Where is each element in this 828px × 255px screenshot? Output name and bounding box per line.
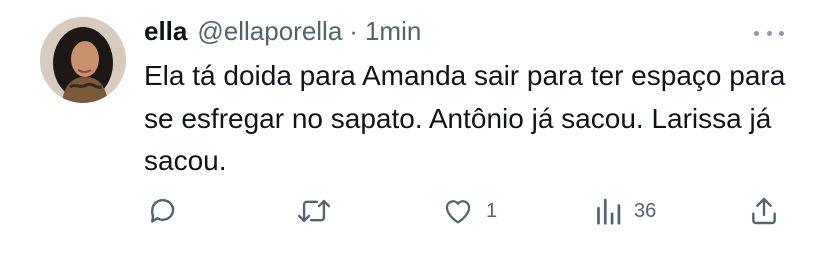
tweet-header: ella @ellaporella · 1min xyxy=(144,16,421,50)
heart-icon xyxy=(445,200,471,224)
action-bar: 1 36 xyxy=(144,191,794,231)
retweet-icon xyxy=(297,199,331,223)
retweet-button[interactable] xyxy=(295,191,333,231)
share-icon xyxy=(752,197,776,225)
views-button[interactable]: 36 xyxy=(594,191,656,231)
timestamp[interactable]: 1min xyxy=(365,16,421,47)
separator-dot: · xyxy=(349,16,358,46)
like-count: 1 xyxy=(486,199,498,222)
like-button[interactable]: 1 xyxy=(442,191,497,231)
tweet-card[interactable]: ella @ellaporella · 1min Ela tá doida pa… xyxy=(0,0,828,255)
more-options-button[interactable] xyxy=(754,24,784,42)
reply-button[interactable] xyxy=(146,191,180,231)
author-handle[interactable]: @ellaporella xyxy=(197,16,342,47)
tweet-text: Ela tá doida para Amanda sair para ter e… xyxy=(144,60,786,176)
views-bar-icon xyxy=(597,198,621,225)
share-button[interactable] xyxy=(749,191,779,231)
reply-icon xyxy=(150,199,175,223)
views-count: 36 xyxy=(634,199,657,222)
more-horizontal-icon xyxy=(754,30,759,36)
avatar[interactable] xyxy=(40,17,126,103)
author-name[interactable]: ella xyxy=(144,16,187,47)
avatar-image xyxy=(40,17,126,103)
